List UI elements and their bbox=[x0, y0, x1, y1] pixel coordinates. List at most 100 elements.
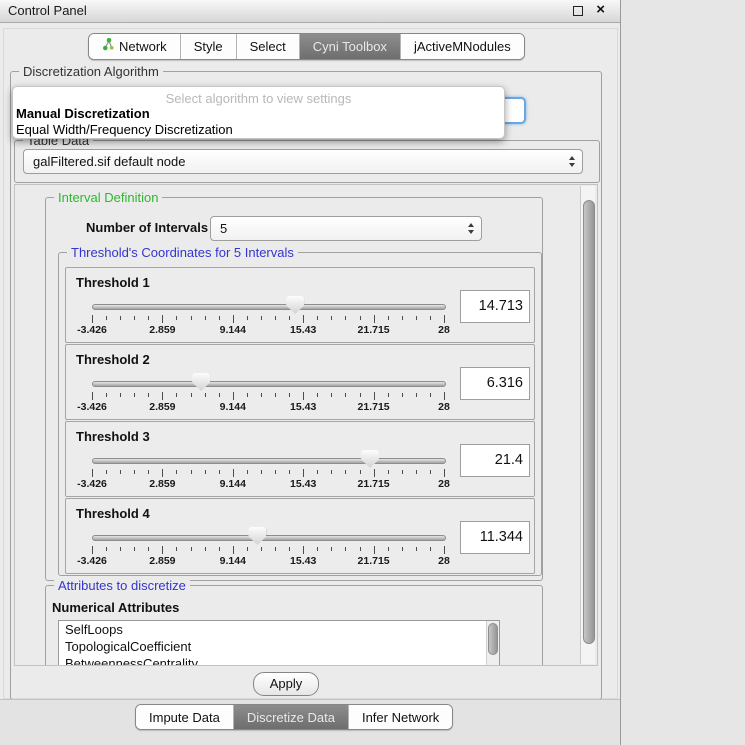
attribute-item-topologicalcoefficient[interactable]: TopologicalCoefficient bbox=[59, 638, 499, 655]
slider-tick bbox=[402, 316, 403, 320]
tab-style[interactable]: Style bbox=[180, 34, 236, 59]
slider-tick-label: 2.859 bbox=[149, 478, 175, 490]
settings-scrollbar[interactable] bbox=[580, 186, 595, 664]
slider-tick bbox=[261, 470, 262, 474]
tab-label: Cyni Toolbox bbox=[313, 35, 387, 58]
slider-tick-label: 15.43 bbox=[290, 401, 316, 413]
tab-select[interactable]: Select bbox=[236, 34, 299, 59]
slider-tick bbox=[176, 547, 177, 551]
tab-discretize-data[interactable]: Discretize Data bbox=[233, 705, 348, 729]
tab-infer-network[interactable]: Infer Network bbox=[348, 705, 452, 729]
slider-tick bbox=[303, 546, 304, 554]
slider-tick bbox=[360, 393, 361, 397]
slider-tick bbox=[388, 393, 389, 397]
attributes-list-scrollbar[interactable] bbox=[486, 621, 499, 666]
slider-tick bbox=[233, 546, 234, 554]
slider-tick bbox=[247, 316, 248, 320]
threshold-1-value-field[interactable]: 14.713 bbox=[460, 290, 530, 323]
tab-impute-data[interactable]: Impute Data bbox=[136, 705, 233, 729]
threshold-coordinates-group: Threshold's Coordinates for 5 Intervals … bbox=[58, 252, 542, 576]
slider-tick bbox=[92, 469, 93, 477]
slider-tick bbox=[289, 393, 290, 397]
tab-cyni-toolbox[interactable]: Cyni Toolbox bbox=[299, 34, 400, 59]
tab-jactivemnodules[interactable]: jActiveMNodules bbox=[400, 34, 524, 59]
threshold-2-value-field[interactable]: 6.316 bbox=[460, 367, 530, 400]
threshold-2-slider-thumb[interactable] bbox=[192, 373, 210, 391]
top-tab-bar: Network StyleSelect Cyni Toolbox jActiveMNo… bbox=[88, 33, 525, 60]
slider-tick bbox=[120, 393, 121, 397]
attribute-item-betweennesscentrality[interactable]: BetweennessCentrality bbox=[59, 655, 499, 666]
close-icon[interactable]: × bbox=[596, 1, 605, 18]
dropdown-prompt: Select algorithm to view settings bbox=[13, 87, 504, 106]
threshold-2-slider-track[interactable] bbox=[92, 381, 446, 387]
slider-tick bbox=[92, 392, 93, 400]
threshold-3-value-field[interactable]: 21.4 bbox=[460, 444, 530, 477]
slider-tick bbox=[275, 316, 276, 320]
slider-tick-label: 21.715 bbox=[358, 324, 390, 336]
attributes-list-scrollbar-thumb[interactable] bbox=[488, 623, 498, 655]
slider-tick bbox=[92, 315, 93, 323]
panel-title: Control Panel bbox=[8, 0, 87, 22]
dropdown-option-equal-width-frequency[interactable]: Equal Width/Frequency Discretization bbox=[13, 122, 504, 138]
slider-tick bbox=[444, 392, 445, 400]
slider-tick bbox=[374, 392, 375, 400]
threshold-4-value-field[interactable]: 11.344 bbox=[460, 521, 530, 554]
slider-tick bbox=[261, 393, 262, 397]
slider-tick bbox=[444, 546, 445, 554]
slider-tick bbox=[416, 393, 417, 397]
slider-tick bbox=[317, 470, 318, 474]
slider-tick-label: 2.859 bbox=[149, 324, 175, 336]
slider-tick-label: 2.859 bbox=[149, 555, 175, 567]
threshold-1-slider-thumb[interactable] bbox=[286, 296, 304, 314]
threshold-4-slider-track[interactable] bbox=[92, 535, 446, 541]
slider-tick bbox=[402, 393, 403, 397]
float-window-icon[interactable] bbox=[573, 6, 583, 16]
dropdown-option-manual-discretization[interactable]: Manual Discretization bbox=[13, 106, 504, 122]
threshold-3-slider-track[interactable] bbox=[92, 458, 446, 464]
slider-tick bbox=[303, 392, 304, 400]
numerical-attributes-list[interactable]: SelfLoopsTopologicalCoefficientBetweenne… bbox=[58, 620, 500, 666]
combobox-stepper-icon bbox=[569, 150, 575, 173]
threshold-4-slider-thumb[interactable] bbox=[248, 527, 266, 545]
slider-tick-label: 21.715 bbox=[358, 478, 390, 490]
screen: Control Panel × Network StyleSelect Cyni T… bbox=[0, 0, 745, 745]
algorithm-settings-scrollpane: Interval Definition Number of Intervals … bbox=[14, 184, 598, 666]
attribute-item-selfloops[interactable]: SelfLoops bbox=[59, 621, 499, 638]
right-workspace: GAL80GCGAL11GAL4GCY1HHAP2 Table Panel ⚙ … bbox=[621, 0, 745, 745]
slider-tick bbox=[233, 392, 234, 400]
table-data-combobox[interactable]: galFiltered.sif default node bbox=[23, 149, 583, 174]
number-of-intervals-spinner[interactable]: 5 bbox=[210, 216, 482, 241]
numerical-attributes-label: Numerical Attributes bbox=[52, 600, 179, 615]
slider-tick bbox=[360, 316, 361, 320]
threshold-label: Threshold 3 bbox=[76, 429, 150, 444]
slider-tick bbox=[191, 393, 192, 397]
threshold-coordinates-group-title: Threshold's Coordinates for 5 Intervals bbox=[67, 245, 298, 260]
slider-tick bbox=[388, 547, 389, 551]
threshold-panel-4: Threshold 4-3.4262.8599.14415.4321.71528… bbox=[65, 498, 535, 574]
slider-tick bbox=[331, 547, 332, 551]
slider-tick bbox=[205, 393, 206, 397]
settings-scrollbar-thumb[interactable] bbox=[583, 200, 595, 644]
apply-button[interactable]: Apply bbox=[253, 672, 319, 696]
slider-tick bbox=[345, 547, 346, 551]
threshold-3-slider-thumb[interactable] bbox=[361, 450, 379, 468]
slider-tick bbox=[106, 393, 107, 397]
table-data-selected-value: galFiltered.sif default node bbox=[24, 150, 582, 173]
slider-tick bbox=[416, 470, 417, 474]
slider-tick-label: 15.43 bbox=[290, 555, 316, 567]
tab-label: Impute Data bbox=[149, 706, 220, 729]
slider-tick bbox=[162, 315, 163, 323]
tab-network[interactable]: Network bbox=[89, 34, 180, 59]
slider-tick bbox=[303, 469, 304, 477]
threshold-1-slider-track[interactable] bbox=[92, 304, 446, 310]
slider-tick-label: 9.144 bbox=[220, 555, 246, 567]
threshold-panel-1: Threshold 1-3.4262.8599.14415.4321.71528… bbox=[65, 267, 535, 343]
slider-tick bbox=[205, 316, 206, 320]
tab-label: Network bbox=[119, 35, 167, 58]
slider-tick bbox=[191, 470, 192, 474]
slider-tick bbox=[134, 393, 135, 397]
slider-tick bbox=[345, 470, 346, 474]
slider-tick bbox=[219, 393, 220, 397]
slider-tick bbox=[430, 393, 431, 397]
spinner-stepper-icon bbox=[468, 217, 474, 240]
